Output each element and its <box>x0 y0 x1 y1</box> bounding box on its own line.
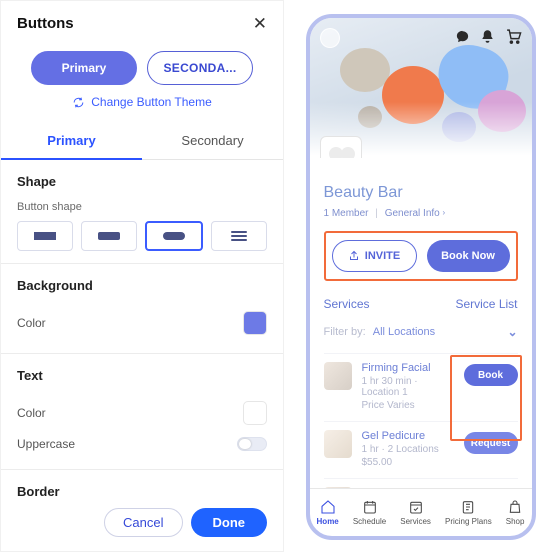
button-shape-label: Button shape <box>17 201 267 213</box>
section-shape-title: Shape <box>17 174 267 189</box>
shape-pill[interactable] <box>145 221 203 251</box>
pricing-icon <box>460 499 476 515</box>
list-item[interactable]: Firming Facial 1 hr 30 min · Location 1 … <box>324 353 518 421</box>
hero-icons <box>455 28 522 48</box>
service-thumb <box>324 362 352 390</box>
book-now-button[interactable]: Book Now <box>427 240 510 272</box>
chat-icon[interactable] <box>455 29 470 47</box>
theme-preview-row: Primary SECONDA... <box>1 45 283 95</box>
nav-shop[interactable]: Shop <box>506 499 525 526</box>
home-icon <box>320 499 336 515</box>
bag-icon <box>507 499 523 515</box>
filter-value: All Locations <box>373 326 435 338</box>
service-list-link[interactable]: Service List <box>455 297 517 311</box>
services-label: Services <box>324 297 370 311</box>
invite-label: INVITE <box>365 250 400 262</box>
background-color-label: Color <box>17 316 46 330</box>
share-icon <box>348 250 360 262</box>
calendar-check-icon <box>408 499 424 515</box>
section-border-title: Border <box>17 484 267 496</box>
business-title: Beauty Bar <box>324 184 518 202</box>
service-name: Basic Makeup <box>362 487 518 488</box>
service-thumb <box>324 430 352 458</box>
nav-label: Services <box>400 517 431 526</box>
service-detail: 1 hr 30 min · Location 1 <box>362 376 454 398</box>
service-name: Firming Facial <box>362 362 454 374</box>
bottom-nav: Home Schedule Services Pricing Plans Sho… <box>310 488 532 536</box>
avatar[interactable] <box>320 28 340 48</box>
services-list: Firming Facial 1 hr 30 min · Location 1 … <box>324 353 518 488</box>
change-theme-label: Change Button Theme <box>91 95 212 109</box>
service-detail: 1 hr · 2 Locations <box>362 444 454 455</box>
business-subheader: 1 Member | General Info › <box>324 208 518 219</box>
filter-by-label: Filter by: <box>324 326 366 338</box>
request-button[interactable]: Request <box>464 432 518 454</box>
close-icon[interactable]: ✕ <box>253 15 267 32</box>
panel-title: Buttons <box>17 15 74 32</box>
nav-label: Shop <box>506 517 525 526</box>
nav-schedule[interactable]: Schedule <box>353 499 386 526</box>
uppercase-label: Uppercase <box>17 437 75 451</box>
chevron-right-icon: › <box>443 208 446 217</box>
section-background: Background Color <box>1 264 283 354</box>
refresh-icon <box>72 96 85 109</box>
section-background-title: Background <box>17 278 267 293</box>
nav-services[interactable]: Services <box>400 499 431 526</box>
primary-preview-button[interactable]: Primary <box>31 51 137 85</box>
phone-frame: Beauty Bar 1 Member | General Info › INV… <box>306 14 536 540</box>
business-logo[interactable] <box>320 136 362 158</box>
hero-image <box>310 18 532 158</box>
tab-primary[interactable]: Primary <box>1 123 142 160</box>
filter-row[interactable]: Filter by: All Locations ⌄ <box>324 325 518 339</box>
section-border: Border Width 1 px Color <box>1 470 283 496</box>
nav-label: Home <box>317 517 339 526</box>
shape-square[interactable] <box>17 221 73 251</box>
uppercase-toggle[interactable] <box>237 437 267 451</box>
cart-icon[interactable] <box>505 28 522 48</box>
secondary-preview-button[interactable]: SECONDA... <box>147 51 253 85</box>
shape-text[interactable] <box>211 221 267 251</box>
tabs: Primary Secondary <box>1 123 283 160</box>
service-price: $55.00 <box>362 457 454 468</box>
calendar-icon <box>362 499 378 515</box>
invite-button[interactable]: INVITE <box>332 240 417 272</box>
member-count: 1 Member <box>324 208 369 219</box>
panel-scroll[interactable]: Primary SECONDA... Change Button Theme P… <box>1 45 283 496</box>
list-item[interactable]: Gel Pedicure 1 hr · 2 Locations $55.00 R… <box>324 421 518 478</box>
general-info-link[interactable]: General Info <box>385 208 440 219</box>
shape-options <box>17 221 267 251</box>
preview-area: Beauty Bar 1 Member | General Info › INV… <box>284 0 557 552</box>
change-theme-link[interactable]: Change Button Theme <box>1 95 283 123</box>
bell-icon[interactable] <box>480 29 495 47</box>
text-color-swatch[interactable] <box>243 401 267 425</box>
section-shape: Shape Button shape <box>1 160 283 264</box>
list-item[interactable]: Basic Makeup <box>324 478 518 488</box>
cancel-button[interactable]: Cancel <box>104 508 182 537</box>
phone-body: Beauty Bar 1 Member | General Info › INV… <box>310 158 532 488</box>
background-color-swatch[interactable] <box>243 311 267 335</box>
text-color-label: Color <box>17 406 46 420</box>
service-thumb <box>324 487 352 488</box>
tab-secondary[interactable]: Secondary <box>142 123 283 159</box>
section-text: Text Color Uppercase <box>1 354 283 470</box>
service-price: Price Varies <box>362 400 454 411</box>
settings-panel: Buttons ✕ Primary SECONDA... Change Butt… <box>0 0 284 552</box>
service-name: Gel Pedicure <box>362 430 454 442</box>
cta-row: INVITE Book Now <box>324 231 518 281</box>
nav-home[interactable]: Home <box>317 499 339 526</box>
section-text-title: Text <box>17 368 267 383</box>
nav-pricing[interactable]: Pricing Plans <box>445 499 492 526</box>
chevron-down-icon: ⌄ <box>507 325 517 339</box>
panel-footer: Cancel Done <box>1 496 283 551</box>
services-header: Services Service List <box>324 297 518 311</box>
panel-header: Buttons ✕ <box>1 1 283 45</box>
shape-rounded[interactable] <box>81 221 137 251</box>
book-button[interactable]: Book <box>464 364 518 386</box>
nav-label: Schedule <box>353 517 386 526</box>
nav-label: Pricing Plans <box>445 517 492 526</box>
done-button[interactable]: Done <box>191 508 268 537</box>
